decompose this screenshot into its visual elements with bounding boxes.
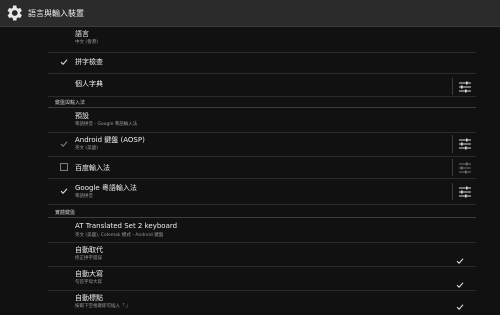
physical-keyboard-subtitle: 英文 (美國), Colemak 模式 - Android 鍵盤 [75, 233, 164, 238]
language-title: 語言 [75, 30, 89, 38]
settings-gear-icon[interactable] [4, 3, 24, 23]
divider [452, 183, 453, 200]
language-subtitle: 中文 (香港) [75, 40, 98, 45]
page-title: 語言與輸入裝置 [28, 8, 84, 18]
google-cantonese-checkbox[interactable] [60, 187, 68, 195]
google-cantonese-subtitle: 粵語拼音 [75, 194, 93, 199]
android-keyboard-checkbox[interactable] [60, 140, 68, 148]
auto-punctuate-subtitle: 按兩下空格鍵即可插入「.」 [75, 304, 131, 309]
baidu-ime-title: 百度輸入法 [75, 164, 110, 172]
auto-punctuate-item[interactable]: 自動標點 按兩下空格鍵即可插入「.」 [48, 290, 476, 313]
android-keyboard-subtitle: 英文 (美國) [75, 146, 98, 151]
tune-settings-icon-disabled [459, 162, 471, 174]
spell-checker-checkbox[interactable] [60, 58, 68, 66]
android-keyboard-item[interactable]: Android 鍵盤 (AOSP) 英文 (美國) [48, 132, 476, 157]
baidu-ime-item[interactable]: 百度輸入法 [48, 156, 476, 179]
auto-capitalize-checkbox[interactable] [456, 274, 464, 288]
personal-dictionary-item[interactable]: 個人字典 [48, 73, 476, 97]
baidu-ime-checkbox[interactable] [60, 163, 68, 171]
section-header-keyboard: 鍵盤與輸入法 [55, 100, 86, 106]
auto-punctuate-title: 自動標點 [75, 294, 103, 302]
google-cantonese-title: Google 粵語輸入法 [75, 184, 137, 192]
auto-replace-title: 自動取代 [75, 246, 103, 254]
section-header-physical: 實體鍵盤 [55, 210, 76, 216]
physical-keyboard-title: AT Translated Set 2 keyboard [75, 222, 178, 230]
divider [452, 159, 453, 176]
settings-list: 語言 中文 (香港) 拼字檢查 個人字典 鍵盤與輸入法 預設 粵語拼音 - Go… [0, 26, 500, 313]
spell-checker-item[interactable]: 拼字檢查 [48, 52, 476, 74]
auto-capitalize-title: 自動大寫 [75, 270, 103, 278]
auto-replace-checkbox[interactable] [456, 250, 464, 264]
auto-punctuate-checkbox[interactable] [456, 296, 464, 310]
auto-capitalize-subtitle: 句首字母大寫 [75, 280, 102, 285]
android-keyboard-title: Android 鍵盤 (AOSP) [75, 136, 145, 144]
divider [452, 135, 453, 153]
auto-replace-item[interactable]: 自動取代 修正拼字錯誤 [48, 242, 476, 267]
personal-dictionary-title: 個人字典 [75, 80, 103, 88]
spell-checker-title: 拼字檢查 [75, 58, 103, 66]
tune-settings-icon[interactable] [458, 138, 472, 150]
default-keyboard-subtitle: 粵語拼音 - Google 粵語輸入法 [75, 122, 138, 127]
default-keyboard-item[interactable]: 預設 粵語拼音 - Google 粵語輸入法 [48, 108, 476, 133]
auto-capitalize-item[interactable]: 自動大寫 句首字母大寫 [48, 266, 476, 291]
physical-keyboard-item[interactable]: AT Translated Set 2 keyboard 英文 (美國), Co… [48, 218, 476, 243]
action-bar: 語言與輸入裝置 [0, 0, 500, 27]
auto-replace-subtitle: 修正拼字錯誤 [75, 256, 102, 261]
google-cantonese-item[interactable]: Google 粵語輸入法 粵語拼音 [48, 178, 476, 205]
tune-settings-icon[interactable] [458, 186, 472, 198]
language-item[interactable]: 語言 中文 (香港) [48, 26, 476, 53]
default-keyboard-title: 預設 [75, 112, 89, 120]
